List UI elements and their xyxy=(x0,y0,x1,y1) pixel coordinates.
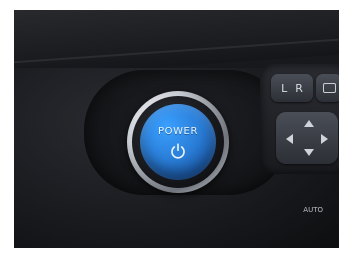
auto-badge: AUTO xyxy=(297,206,323,222)
power-button-label: POWER xyxy=(157,126,199,137)
image-frame: POWER L R AUTO xyxy=(0,0,339,254)
power-button[interactable]: POWER xyxy=(140,104,216,180)
rect-icon xyxy=(322,83,336,93)
dpad-control[interactable] xyxy=(276,112,338,164)
arrow-down-icon xyxy=(304,149,314,156)
auto-badge-text: AUTO xyxy=(303,206,323,214)
arrow-right-icon xyxy=(321,134,328,144)
lr-button[interactable]: L R xyxy=(271,74,313,102)
power-icon xyxy=(171,143,185,159)
lr-left-label: L xyxy=(281,81,288,95)
dashboard-photo: POWER L R AUTO xyxy=(14,10,339,248)
arrow-left-icon xyxy=(286,134,293,144)
arrow-up-icon xyxy=(304,120,314,127)
mini-control-button[interactable] xyxy=(316,74,339,102)
right-control-module: L R xyxy=(260,64,339,174)
lr-right-label: R xyxy=(295,81,303,95)
